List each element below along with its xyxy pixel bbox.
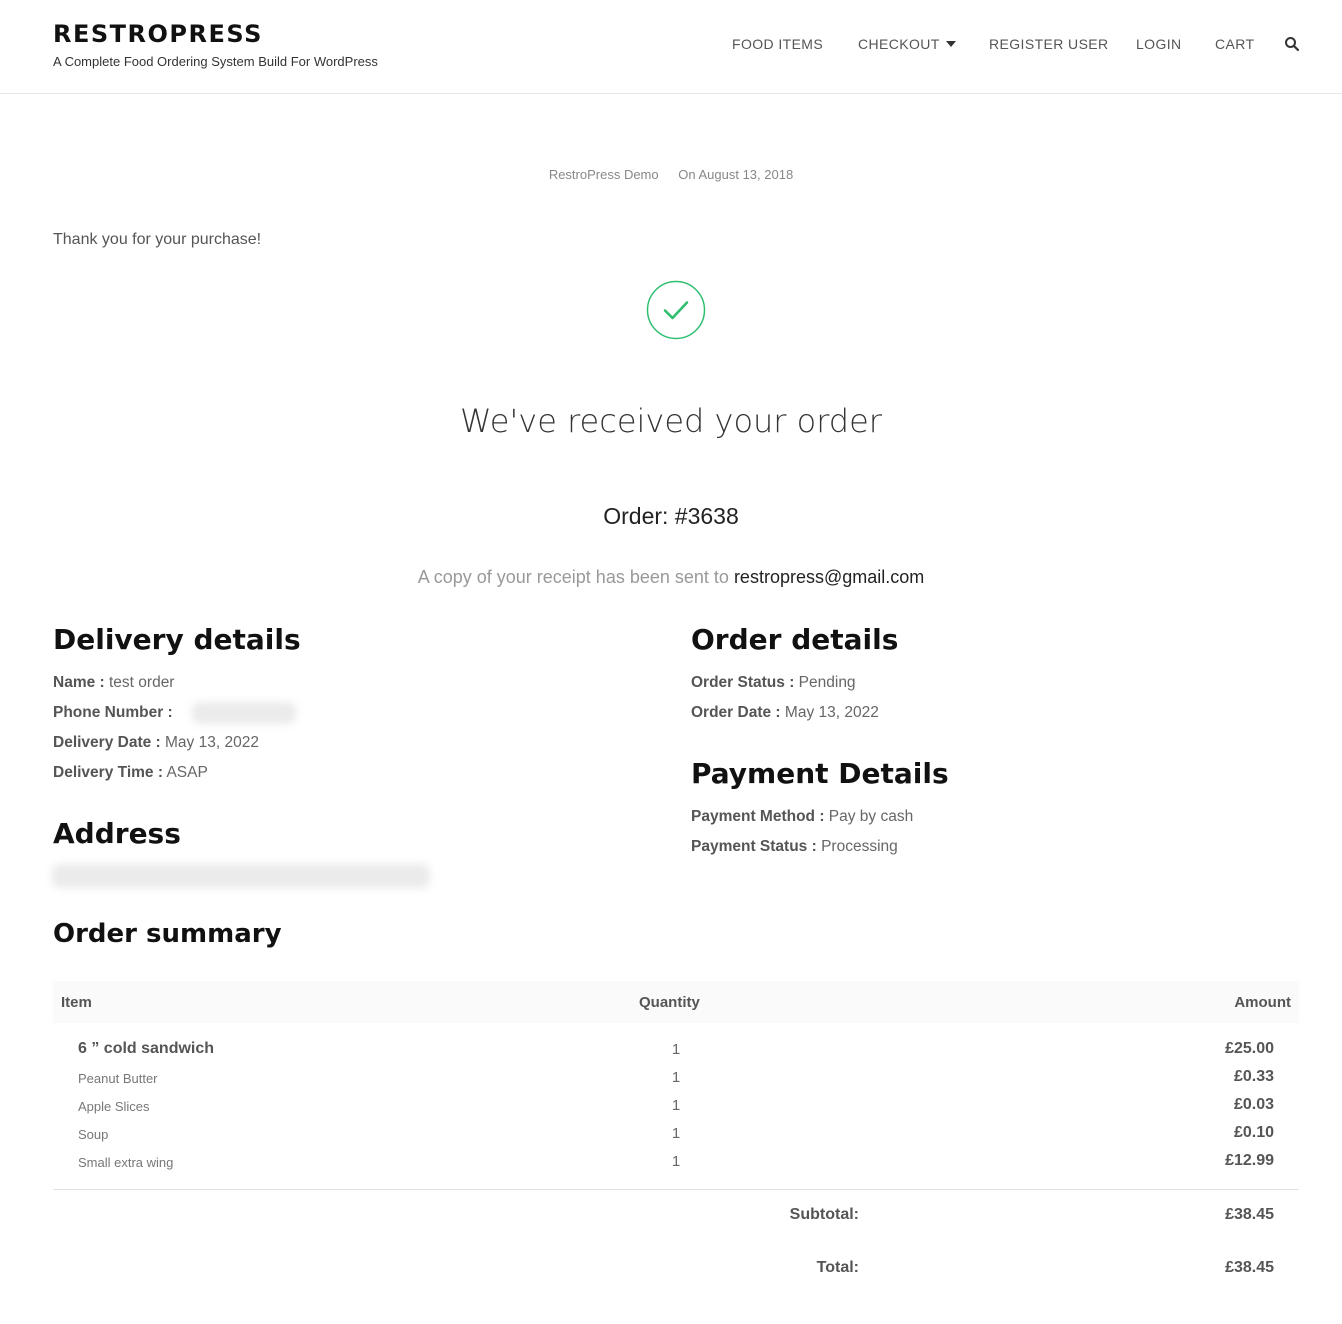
order-summary-heading: Order summary xyxy=(53,919,282,949)
nav-cart[interactable]: CART xyxy=(1215,36,1254,52)
addon-qty: 1 xyxy=(671,1153,681,1170)
addon-amount: £0.33 xyxy=(1233,1068,1274,1085)
addon-name: Soup xyxy=(78,1127,109,1142)
payment-status-value: Processing xyxy=(821,838,898,855)
site-tagline: A Complete Food Ordering System Build Fo… xyxy=(53,54,378,69)
order-date-row: Order Date : May 13, 2022 xyxy=(691,704,879,722)
order-status-value: Pending xyxy=(798,674,856,691)
post-date: On August 13, 2018 xyxy=(678,167,794,182)
order-date-value: May 13, 2022 xyxy=(784,704,879,721)
post-meta: RestroPress Demo On August 13, 2018 xyxy=(0,167,1342,182)
total-value: £38.45 xyxy=(1225,1259,1274,1276)
nav-food-items[interactable]: FOOD ITEMS xyxy=(732,36,823,52)
payment-method-row: Payment Method : Pay by cash xyxy=(691,808,913,826)
caret-down-icon xyxy=(945,41,956,47)
order-status-row: Order Status : Pending xyxy=(691,674,856,692)
order-number: Order: #3638 xyxy=(603,503,739,529)
delivery-time-label: Delivery Time : xyxy=(53,764,163,781)
address-redacted xyxy=(52,864,430,888)
item-name: 6 ” cold sandwich xyxy=(78,1040,215,1057)
summary-table-header: Item Quantity Amount xyxy=(53,981,1299,1023)
addon-qty: 1 xyxy=(671,1069,681,1086)
payment-method-value: Pay by cash xyxy=(828,808,914,825)
subtotal-label: Subtotal: xyxy=(789,1206,859,1223)
order-details-heading: Order details xyxy=(691,623,899,656)
order-status-label: Order Status : xyxy=(691,674,795,691)
delivery-name-value: test order xyxy=(109,674,175,691)
nav-checkout-label: CHECKOUT xyxy=(858,36,940,52)
delivery-date-value: May 13, 2022 xyxy=(165,734,259,751)
addon-qty: 1 xyxy=(671,1125,681,1142)
receipt-notice: A copy of your receipt has been sent to … xyxy=(0,567,1342,588)
search-icon[interactable] xyxy=(1284,36,1300,52)
address-heading: Address xyxy=(53,817,181,850)
order-received-heading: We've received your order xyxy=(460,402,882,440)
summary-divider xyxy=(53,1189,1299,1190)
total-label: Total: xyxy=(816,1259,859,1276)
order-date-label: Order Date : xyxy=(691,704,781,721)
subtotal-value: £38.45 xyxy=(1225,1206,1274,1223)
nav-checkout[interactable]: CHECKOUT xyxy=(858,36,956,52)
col-item: Item xyxy=(61,994,92,1011)
delivery-name-row: Name : test order xyxy=(53,674,174,692)
col-amount: Amount xyxy=(1234,994,1291,1011)
payment-details-heading: Payment Details xyxy=(691,757,949,790)
site-header: RESTROPRESS A Complete Food Ordering Sys… xyxy=(0,0,1342,94)
delivery-phone-row: Phone Number : xyxy=(53,704,173,722)
payment-status-label: Payment Status : xyxy=(691,838,817,855)
addon-amount: £12.99 xyxy=(1225,1152,1274,1169)
delivery-phone-label: Phone Number : xyxy=(53,704,173,721)
addon-name: Peanut Butter xyxy=(78,1071,158,1086)
item-qty: 1 xyxy=(671,1041,681,1058)
site-title[interactable]: RESTROPRESS xyxy=(53,20,263,48)
payment-status-row: Payment Status : Processing xyxy=(691,838,898,856)
delivery-date-row: Delivery Date : May 13, 2022 xyxy=(53,734,259,752)
delivery-date-label: Delivery Date : xyxy=(53,734,161,751)
delivery-details-heading: Delivery details xyxy=(53,623,301,656)
addon-amount: £0.10 xyxy=(1233,1124,1274,1141)
delivery-name-label: Name : xyxy=(53,674,105,691)
receipt-email: restropress@gmail.com xyxy=(733,567,925,587)
addon-amount: £0.03 xyxy=(1233,1096,1274,1113)
payment-method-label: Payment Method : xyxy=(691,808,825,825)
nav-register-user[interactable]: REGISTER USER xyxy=(989,36,1109,52)
receipt-notice-text: A copy of your receipt has been sent to xyxy=(417,567,729,587)
addon-qty: 1 xyxy=(671,1097,681,1114)
item-amount: £25.00 xyxy=(1225,1040,1274,1057)
post-author[interactable]: RestroPress Demo xyxy=(549,167,659,182)
addon-name: Small extra wing xyxy=(78,1155,174,1170)
thank-you-message: Thank you for your purchase! xyxy=(53,231,262,248)
phone-redacted xyxy=(192,702,296,724)
delivery-time-value: ASAP xyxy=(166,764,208,781)
nav-login[interactable]: LOGIN xyxy=(1136,36,1182,52)
check-circle-icon xyxy=(646,280,706,340)
addon-name: Apple Slices xyxy=(78,1099,150,1114)
delivery-time-row: Delivery Time : ASAP xyxy=(53,764,208,782)
col-quantity: Quantity xyxy=(639,994,700,1011)
